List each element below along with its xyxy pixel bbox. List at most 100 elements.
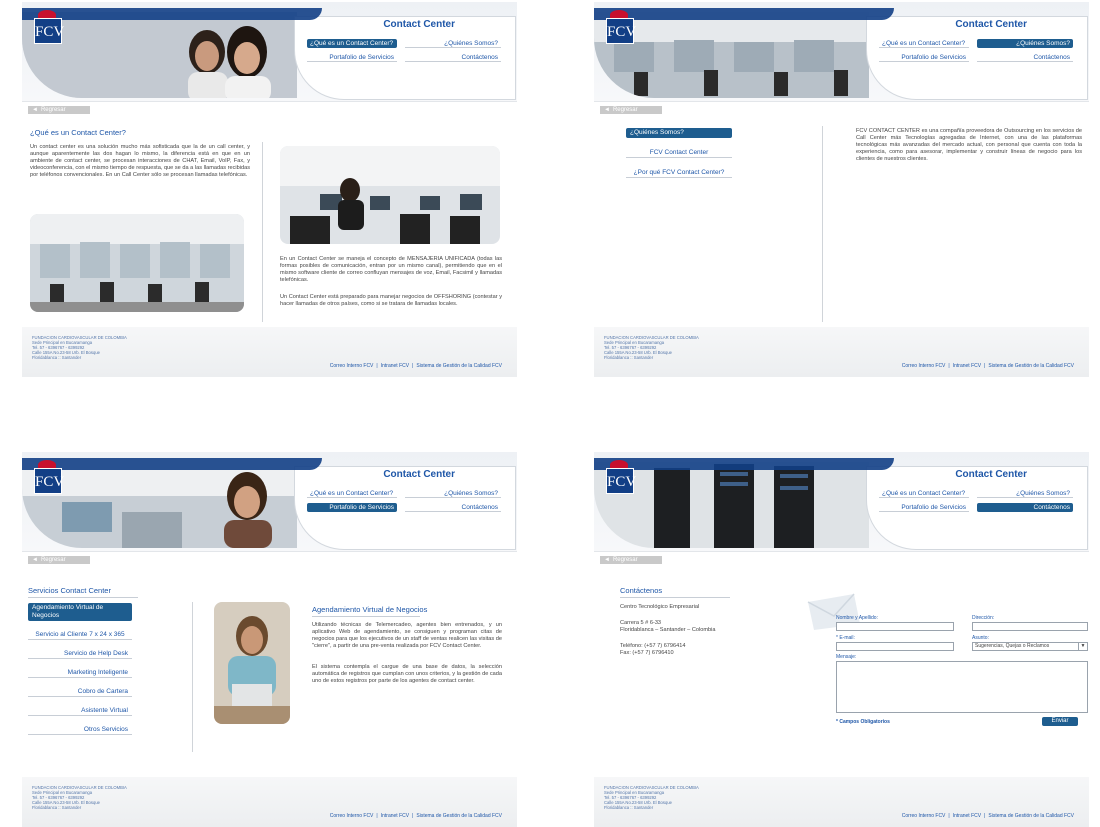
sistema-text: El sistema contempla el cargue de una ba… <box>312 664 502 684</box>
panel-portafolio: FCV Contact Center ¿Qué es un Contact Ce… <box>22 452 517 827</box>
footer-link-correo[interactable]: Correo Interno FCV <box>330 813 374 819</box>
panel-que-es: FCV Contact Center ¿Qué es un Contact Ce… <box>22 2 517 377</box>
header-swoosh <box>594 458 894 470</box>
contact-place: Centro Tecnológico Empresarial <box>620 604 700 610</box>
nav-portafolio[interactable]: Portafolio de Servicios <box>879 53 969 62</box>
nav-contactenos[interactable]: Contáctenos <box>405 53 501 62</box>
back-button[interactable]: ◄ Regresar <box>600 556 662 564</box>
agendamiento-text: Utilizando técnicas de Telemercadeo, age… <box>312 622 502 649</box>
fcv-logo[interactable]: FCV <box>34 460 64 494</box>
footer-city: Floridablanca :: Santander <box>604 805 654 810</box>
nav-que-es[interactable]: ¿Qué es un Contact Center? <box>307 489 397 498</box>
back-button[interactable]: ◄ Regresar <box>600 106 662 114</box>
offshoring-text: Un Contact Center está preparado para ma… <box>280 294 502 307</box>
nav-box: Contact Center ¿Qué es un Contact Center… <box>294 16 516 100</box>
side-por-que[interactable]: ¿Por qué FCV Contact Center? <box>626 168 732 178</box>
footer-link-calidad[interactable]: Sistema de Gestión de la Calidad FCV <box>988 363 1074 369</box>
footer: FUNDACION CARDIOVASCULAR DE COLOMBIA Sed… <box>594 777 1089 827</box>
direccion-input[interactable] <box>972 622 1088 631</box>
footer: FUNDACION CARDIOVASCULAR DE COLOMBIA Sed… <box>594 327 1089 377</box>
footer-link-correo[interactable]: Correo Interno FCV <box>902 363 946 369</box>
footer-link-calidad[interactable]: Sistema de Gestión de la Calidad FCV <box>416 363 502 369</box>
call-center-photo <box>30 214 244 312</box>
nav-quienes[interactable]: ¿Quiénes Somos? <box>977 489 1073 498</box>
arrow-left-icon: ◄ <box>32 557 38 563</box>
side-quienes[interactable]: ¿Quiénes Somos? <box>626 128 732 138</box>
mensajeria-text: En un Contact Center se maneja el concep… <box>280 256 502 283</box>
back-button[interactable]: ◄ Regresar <box>28 556 90 564</box>
footer-city: Floridablanca :: Santander <box>32 355 82 360</box>
contact-fax: Fax: (+57 7) 6796410 <box>620 650 674 656</box>
nav-portafolio[interactable]: Portafolio de Servicios <box>307 53 397 62</box>
page-title: ¿Qué es un Contact Center? <box>30 128 126 137</box>
footer-link-intranet[interactable]: Intranet FCV <box>953 363 981 369</box>
nav-contactenos[interactable]: Contáctenos <box>405 503 501 512</box>
label-email: * E-mail: <box>836 635 855 641</box>
side-asistente[interactable]: Asistente Virtual <box>28 706 132 716</box>
footer-link-correo[interactable]: Correo Interno FCV <box>330 363 374 369</box>
fcv-logo[interactable]: FCV <box>606 10 636 44</box>
service-title: Agendamiento Virtual de Negocios <box>312 605 427 617</box>
nav-quienes[interactable]: ¿Quiénes Somos? <box>977 39 1073 48</box>
side-servicio-cliente[interactable]: Servicio al Cliente 7 x 24 x 365 <box>28 630 132 640</box>
footer: FUNDACION CARDIOVASCULAR DE COLOMBIA Sed… <box>22 777 517 827</box>
nav-quienes[interactable]: ¿Quiénes Somos? <box>405 489 501 498</box>
asunto-value: Sugerencias, Quejas o Reclamos <box>975 643 1050 649</box>
arrow-left-icon: ◄ <box>604 557 610 563</box>
nav-contactenos[interactable]: Contáctenos <box>977 503 1073 512</box>
panel-quienes-somos: FCV Contact Center ¿Qué es un Contact Ce… <box>594 2 1089 377</box>
side-agendamiento[interactable]: Agendamiento Virtual de Negocios <box>28 603 132 621</box>
nav-box: Contact Center ¿Qué es un Contact Center… <box>866 16 1088 100</box>
agents-photo <box>280 146 500 244</box>
header: FCV Contact Center ¿Qué es un Contact Ce… <box>594 452 1089 552</box>
back-button[interactable]: ◄ Regresar <box>28 106 90 114</box>
nav-portafolio[interactable]: Portafolio de Servicios <box>307 503 397 512</box>
header-swoosh <box>22 8 322 20</box>
nav-quienes[interactable]: ¿Quiénes Somos? <box>405 39 501 48</box>
asunto-select[interactable]: Sugerencias, Quejas o Reclamos ▼ <box>972 642 1088 651</box>
footer-link-correo[interactable]: Correo Interno FCV <box>902 813 946 819</box>
footer-link-intranet[interactable]: Intranet FCV <box>381 363 409 369</box>
nav-portafolio[interactable]: Portafolio de Servicios <box>879 503 969 512</box>
nav-que-es[interactable]: ¿Qué es un Contact Center? <box>307 39 397 48</box>
fcv-logo[interactable]: FCV <box>34 10 64 44</box>
footer-link-intranet[interactable]: Intranet FCV <box>953 813 981 819</box>
panel-contactenos: FCV Contact Center ¿Qué es un Contact Ce… <box>594 452 1089 827</box>
footer-link-intranet[interactable]: Intranet FCV <box>381 813 409 819</box>
site-title: Contact Center <box>955 469 1027 480</box>
nav-contactenos[interactable]: Contáctenos <box>977 53 1073 62</box>
divider <box>822 126 823 322</box>
footer-city: Floridablanca :: Santander <box>32 805 82 810</box>
site-title: Contact Center <box>955 19 1027 30</box>
side-fcv[interactable]: FCV Contact Center <box>626 148 732 158</box>
contact-phone: Teléfono: (+57 7) 6796414 <box>620 643 686 649</box>
side-marketing[interactable]: Marketing Inteligente <box>28 668 132 678</box>
footer-links: Correo Interno FCV | Intranet FCV | Sistema … <box>329 363 502 369</box>
footer-city: Floridablanca :: Santander <box>604 355 654 360</box>
footer: FUNDACION CARDIOVASCULAR DE COLOMBIA Sed… <box>22 327 517 377</box>
footer-link-calidad[interactable]: Sistema de Gestión de la Calidad FCV <box>416 813 502 819</box>
site-title: Contact Center <box>383 19 455 30</box>
label-direccion: Dirección: <box>972 615 995 621</box>
arrow-left-icon: ◄ <box>604 107 610 113</box>
enviar-button[interactable]: Enviar <box>1042 717 1078 726</box>
nav-box: Contact Center ¿Qué es un Contact Center… <box>866 466 1088 550</box>
footer-links: Correo Interno FCV | Intranet FCV | Sistema … <box>901 813 1074 819</box>
header: FCV Contact Center ¿Qué es un Contact Ce… <box>22 452 517 552</box>
nombre-input[interactable] <box>836 622 954 631</box>
side-cobro[interactable]: Cobro de Cartera <box>28 687 132 697</box>
fcv-logo[interactable]: FCV <box>606 460 636 494</box>
email-input[interactable] <box>836 642 954 651</box>
header: FCV Contact Center ¿Qué es un Contact Ce… <box>22 2 517 102</box>
footer-links: Correo Interno FCV | Intranet FCV | Sistema … <box>329 813 502 819</box>
side-otros[interactable]: Otros Servicios <box>28 725 132 735</box>
mensaje-textarea[interactable] <box>836 661 1088 713</box>
nav-que-es[interactable]: ¿Qué es un Contact Center? <box>879 489 969 498</box>
footer-link-calidad[interactable]: Sistema de Gestión de la Calidad FCV <box>988 813 1074 819</box>
nav-que-es[interactable]: ¿Qué es un Contact Center? <box>879 39 969 48</box>
header-swoosh <box>22 458 322 470</box>
side-help-desk[interactable]: Servicio de Help Desk <box>28 649 132 659</box>
site-title: Contact Center <box>383 469 455 480</box>
section-title: Servicios Contact Center <box>28 586 138 598</box>
contact-address: Carrera 5 # 6-33 <box>620 620 662 626</box>
